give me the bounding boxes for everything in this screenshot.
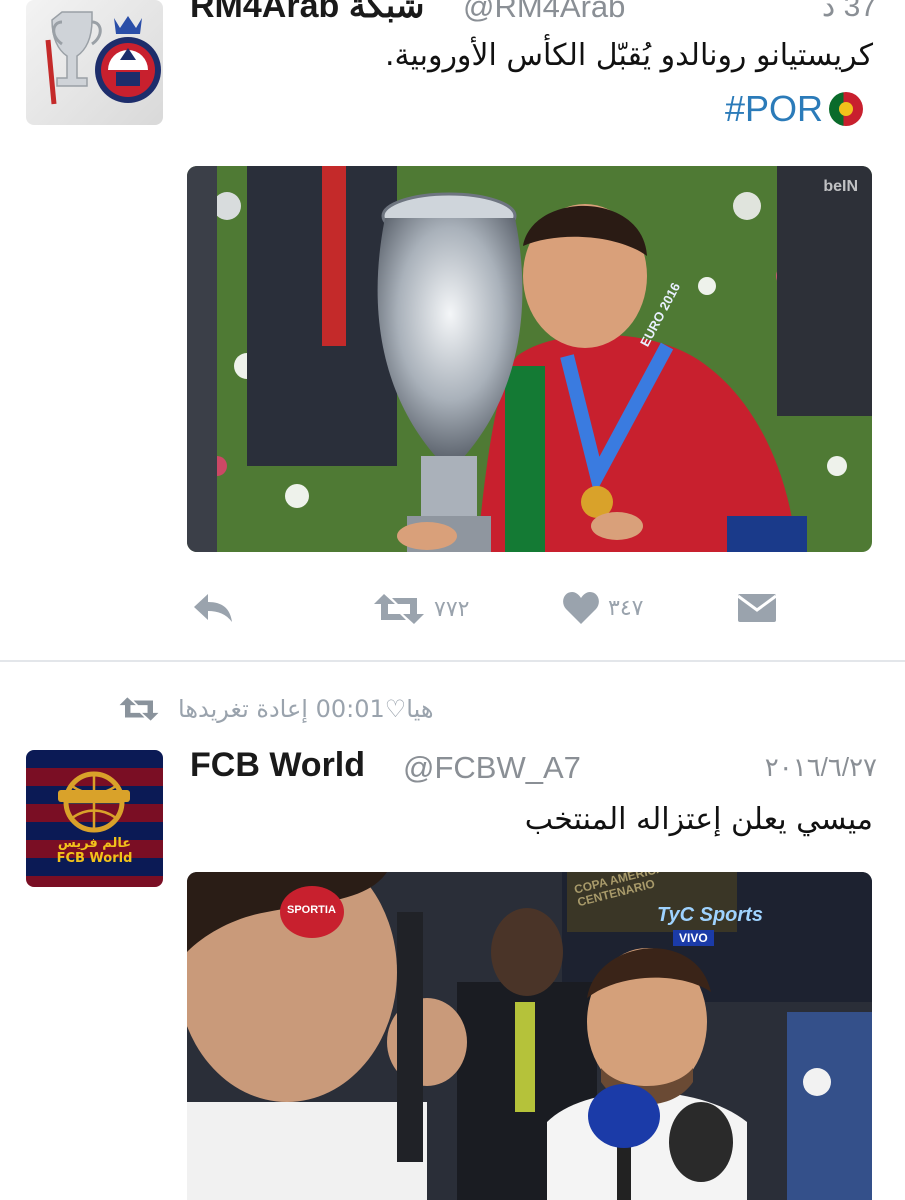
- rm4arab-logo-icon: [45, 11, 161, 105]
- retweet-button[interactable]: ٧٧٢: [372, 590, 469, 628]
- retweet-context[interactable]: هيا♡00:01 إعادة تغريدها: [118, 694, 433, 724]
- tweet-media-ronaldo-trophy[interactable]: EURO 2016 beIN: [187, 166, 872, 552]
- tweet-author-handle[interactable]: @RM4Arab: [463, 0, 625, 25]
- tweet-media-messi-interview[interactable]: SPORTIA TyC Sports VIVO COPA AMERICA CEN…: [187, 872, 872, 1200]
- retweet-count: ٧٧٢: [434, 596, 470, 622]
- ronaldo-trophy-photo: [187, 166, 872, 552]
- tweet-timestamp: 37 د: [821, 0, 877, 23]
- mic-label: SPORTIA: [287, 904, 336, 916]
- envelope-icon: [737, 594, 777, 622]
- tweet-author-handle[interactable]: @FCBW_A7: [403, 750, 581, 786]
- like-button[interactable]: ٣٤٧: [562, 590, 643, 626]
- channel-logo: TyC Sports: [657, 904, 763, 926]
- reply-icon: [194, 594, 232, 622]
- hashtag-link[interactable]: #POR: [725, 88, 823, 130]
- retweet-context-text: هيا♡00:01 إعادة تغريدها: [178, 695, 434, 723]
- retweet-icon: [374, 594, 424, 624]
- reply-button[interactable]: [190, 590, 236, 630]
- tweet-date: ٢٠١٦/٦/٢٧: [764, 752, 877, 782]
- live-badge: VIVO: [673, 930, 714, 946]
- messi-interview-photo: [187, 872, 872, 1200]
- avatar-fcbworld[interactable]: عالم فريس FCB World: [26, 750, 163, 887]
- avatar-rm4arab[interactable]: [26, 0, 163, 125]
- tweet-author-name[interactable]: RM4Arab شبكة: [190, 0, 424, 26]
- tweet-text: كريستيانو رونالدو يُقبّل الكأس الأوروبية…: [384, 38, 873, 73]
- retweet-context-icon: [119, 697, 159, 721]
- broadcaster-logo: beIN: [823, 178, 858, 195]
- portugal-flag-icon: [829, 92, 863, 126]
- avatar-caption: عالم فريس FCB World: [26, 836, 163, 866]
- avatar-caption-ar: عالم فريس: [57, 836, 132, 851]
- avatar-caption-en: FCB World: [56, 851, 133, 866]
- tweet-author-name[interactable]: FCB World: [190, 746, 365, 785]
- hashtag-row: #POR: [725, 88, 863, 130]
- tweet-divider: [0, 660, 905, 662]
- tweet-text: ميسي يعلن إعتزاله المنتخب: [524, 802, 873, 837]
- heart-icon: [563, 592, 599, 624]
- direct-message-button[interactable]: [736, 592, 778, 628]
- like-count: ٣٤٧: [608, 595, 644, 621]
- fcb-world-logo-icon: [58, 771, 130, 833]
